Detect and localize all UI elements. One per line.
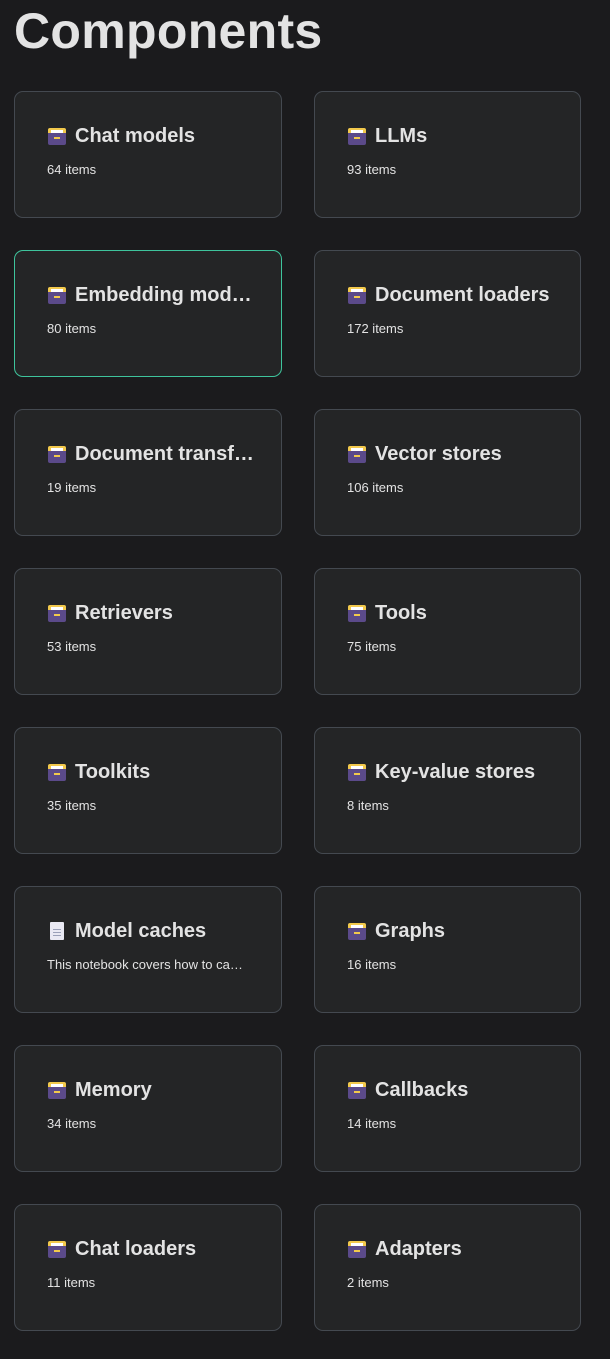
- card-title: LLMs: [375, 124, 428, 147]
- card-title: Memory: [75, 1078, 152, 1101]
- file-cabinet-icon: [47, 127, 67, 145]
- card-title: Callbacks: [375, 1078, 469, 1101]
- components-page: Components Chat models 64 items LLMs 93 …: [0, 0, 610, 1359]
- card-title-row: Tools: [347, 599, 562, 627]
- card-item-count: 106 items: [347, 480, 404, 495]
- card-title-row: Key-value stores: [347, 758, 562, 786]
- card-llms[interactable]: LLMs 93 items: [314, 91, 581, 218]
- file-cabinet-icon: [347, 604, 367, 622]
- card-title-row: Graphs: [347, 917, 562, 945]
- card-memory[interactable]: Memory 34 items: [14, 1045, 282, 1172]
- card-document-transformers[interactable]: Document transf… 19 items: [14, 409, 282, 536]
- card-title-row: LLMs: [347, 122, 562, 150]
- card-model-caches[interactable]: Model caches This notebook covers how to…: [14, 886, 282, 1013]
- card-item-count: 34 items: [47, 1116, 97, 1131]
- card-title: Embedding mod…: [75, 283, 252, 306]
- card-retrievers[interactable]: Retrievers 53 items: [14, 568, 282, 695]
- file-cabinet-icon: [47, 604, 67, 622]
- card-title-row: Retrievers: [47, 599, 263, 627]
- card-title-row: Document loaders: [347, 281, 562, 309]
- card-tools[interactable]: Tools 75 items: [314, 568, 581, 695]
- file-cabinet-icon: [347, 1081, 367, 1099]
- card-title: Document transf…: [75, 442, 254, 465]
- page-title: Components: [14, 3, 323, 59]
- card-item-count: 2 items: [347, 1275, 389, 1290]
- card-toolkits[interactable]: Toolkits 35 items: [14, 727, 282, 854]
- file-cabinet-icon: [47, 763, 67, 781]
- card-item-count: 19 items: [47, 480, 97, 495]
- card-title-row: Adapters: [347, 1235, 562, 1263]
- card-callbacks[interactable]: Callbacks 14 items: [314, 1045, 581, 1172]
- card-item-count: 53 items: [47, 639, 97, 654]
- file-cabinet-icon: [347, 1240, 367, 1258]
- file-cabinet-icon: [47, 1240, 67, 1258]
- card-title-row: Toolkits: [47, 758, 263, 786]
- card-chat-models[interactable]: Chat models 64 items: [14, 91, 282, 218]
- card-title-row: Vector stores: [347, 440, 562, 468]
- card-title: Chat models: [75, 124, 196, 147]
- card-title: Adapters: [375, 1237, 462, 1260]
- card-title: Graphs: [375, 919, 446, 942]
- card-title: Vector stores: [375, 442, 502, 465]
- card-item-count: 172 items: [347, 321, 404, 336]
- file-cabinet-icon: [347, 922, 367, 940]
- card-title: Document loaders: [375, 283, 550, 306]
- card-title-row: Chat loaders: [47, 1235, 263, 1263]
- card-title: Toolkits: [75, 760, 151, 783]
- card-item-count: 14 items: [347, 1116, 397, 1131]
- card-vector-stores[interactable]: Vector stores 106 items: [314, 409, 581, 536]
- card-item-count: 35 items: [47, 798, 97, 813]
- card-title-row: Embedding mod…: [47, 281, 263, 309]
- card-title: Tools: [375, 601, 427, 624]
- card-title: Model caches: [75, 919, 207, 942]
- page-icon: [47, 922, 67, 940]
- card-title: Chat loaders: [75, 1237, 197, 1260]
- card-item-count: 11 items: [47, 1275, 96, 1290]
- category-grid: Chat models 64 items LLMs 93 items Embed…: [14, 91, 581, 1331]
- card-item-count: 93 items: [347, 162, 397, 177]
- card-description: This notebook covers how to ca…: [47, 957, 243, 972]
- file-cabinet-icon: [47, 286, 67, 304]
- card-embedding-models[interactable]: Embedding mod… 80 items: [14, 250, 282, 377]
- file-cabinet-icon: [347, 763, 367, 781]
- card-item-count: 75 items: [347, 639, 397, 654]
- file-cabinet-icon: [347, 286, 367, 304]
- card-item-count: 64 items: [47, 162, 97, 177]
- card-document-loaders[interactable]: Document loaders 172 items: [314, 250, 581, 377]
- file-cabinet-icon: [47, 445, 67, 463]
- card-title-row: Callbacks: [347, 1076, 562, 1104]
- card-title-row: Chat models: [47, 122, 263, 150]
- file-cabinet-icon: [47, 1081, 67, 1099]
- card-item-count: 80 items: [47, 321, 97, 336]
- card-title-row: Model caches: [47, 917, 263, 945]
- card-item-count: 8 items: [347, 798, 389, 813]
- card-title: Retrievers: [75, 601, 173, 624]
- card-chat-loaders[interactable]: Chat loaders 11 items: [14, 1204, 282, 1331]
- card-title-row: Memory: [47, 1076, 263, 1104]
- file-cabinet-icon: [347, 127, 367, 145]
- card-key-value-stores[interactable]: Key-value stores 8 items: [314, 727, 581, 854]
- card-adapters[interactable]: Adapters 2 items: [314, 1204, 581, 1331]
- card-item-count: 16 items: [347, 957, 397, 972]
- file-cabinet-icon: [347, 445, 367, 463]
- card-graphs[interactable]: Graphs 16 items: [314, 886, 581, 1013]
- card-title-row: Document transf…: [47, 440, 263, 468]
- card-title: Key-value stores: [375, 760, 536, 783]
